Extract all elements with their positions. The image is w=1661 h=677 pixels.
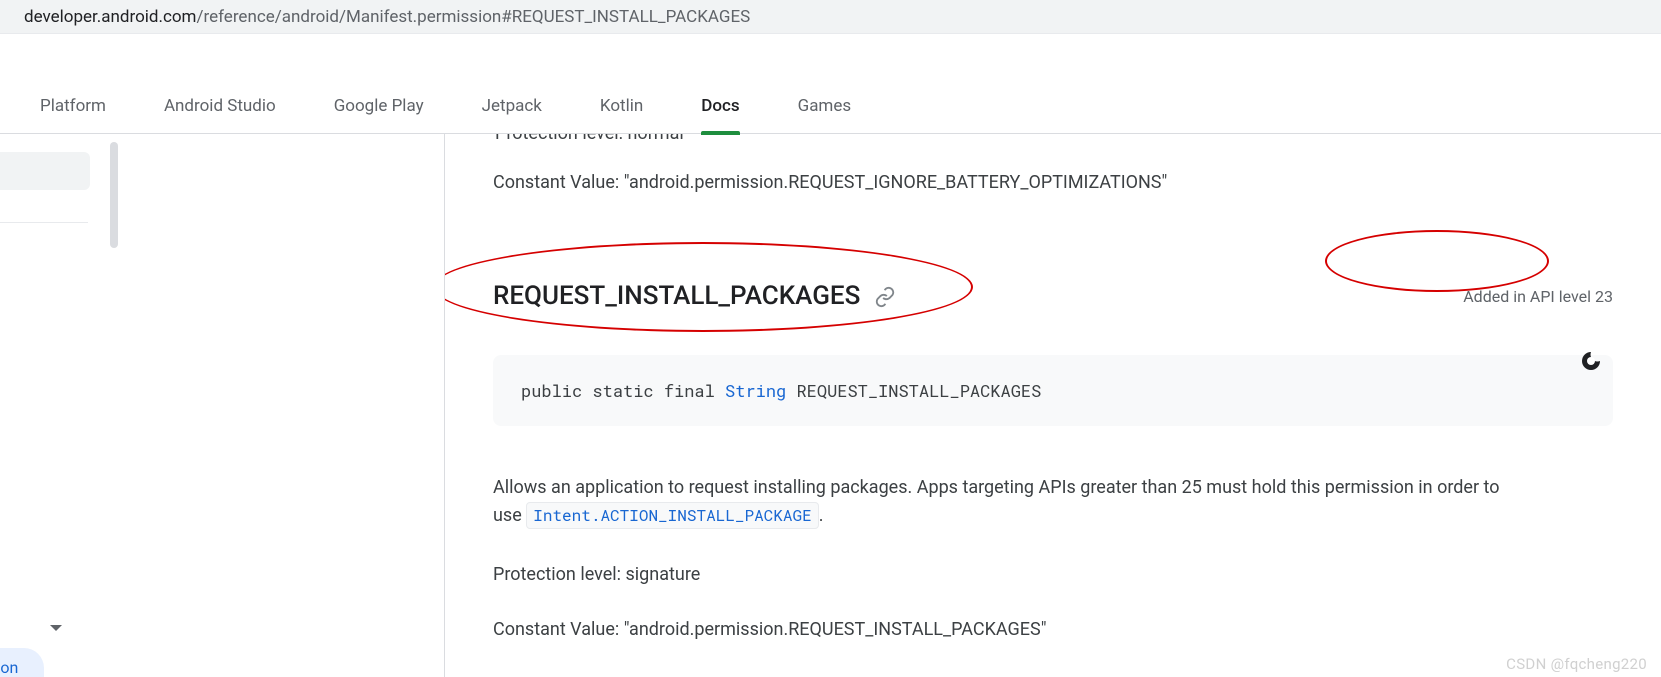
sidebar-item-permission-fragment[interactable]: ssion <box>0 648 44 677</box>
tab-jetpack[interactable]: Jetpack <box>482 78 542 134</box>
tab-google-play[interactable]: Google Play <box>334 78 424 134</box>
sidebar-scrollbar-thumb[interactable] <box>110 142 118 248</box>
main-content: Protection level: normal Constant Value:… <box>445 134 1661 677</box>
url-path: /reference/android/Manifest.permission#R… <box>196 7 750 27</box>
tab-android-studio[interactable]: Android Studio <box>164 78 276 134</box>
sidebar-divider <box>0 222 88 223</box>
protection-level: Protection level: signature <box>493 564 1613 585</box>
chevron-down-icon[interactable] <box>50 625 62 637</box>
api-level-badge[interactable]: Added in API level 23 <box>1463 287 1613 306</box>
browser-url-bar[interactable]: developer.android.com/reference/android/… <box>0 0 1661 34</box>
theme-toggle-icon[interactable] <box>1579 349 1603 373</box>
section-heading-text: REQUEST_INSTALL_PACKAGES <box>493 281 860 311</box>
tab-platform[interactable]: Platform <box>40 78 106 134</box>
previous-section-tail: Protection level: normal Constant Value:… <box>493 134 1613 193</box>
section-description: Allows an application to request install… <box>493 474 1503 530</box>
code-name: REQUEST_INSTALL_PACKAGES <box>786 379 1041 402</box>
code-type[interactable]: String <box>725 379 786 402</box>
tab-docs[interactable]: Docs <box>701 78 739 134</box>
tab-games[interactable]: Games <box>798 78 852 134</box>
code-modifiers: public static final <box>521 379 725 402</box>
prev-protection-level: Protection level: normal <box>493 134 1613 142</box>
primary-nav: Platform Android Studio Google Play Jetp… <box>0 78 1661 134</box>
sidebar-selected-item[interactable] <box>0 152 90 190</box>
constant-value: Constant Value: "android.permission.REQU… <box>493 619 1613 640</box>
watermark-text: CSDN @fqcheng220 <box>1506 655 1647 673</box>
section-heading: REQUEST_INSTALL_PACKAGES <box>493 281 896 311</box>
inline-code-intent-action[interactable]: Intent.ACTION_INSTALL_PACKAGE <box>526 502 818 529</box>
link-icon[interactable] <box>874 285 896 307</box>
code-declaration-block: public static final String REQUEST_INSTA… <box>493 355 1613 426</box>
prev-constant-value: Constant Value: "android.permission.REQU… <box>493 172 1613 193</box>
url-domain: developer.android.com <box>24 7 196 27</box>
left-sidebar: ssion <box>0 134 118 677</box>
tab-kotlin[interactable]: Kotlin <box>600 78 643 134</box>
header-blank-area <box>0 34 1661 78</box>
description-post: . <box>819 505 824 526</box>
